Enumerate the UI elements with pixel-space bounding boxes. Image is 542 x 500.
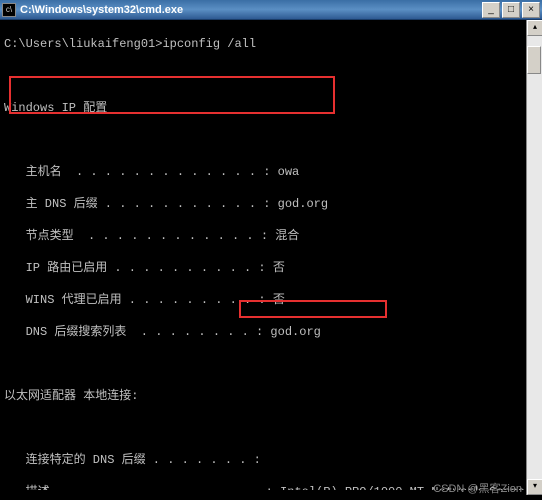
hostname-row: 主机名 . . . . . . . . . . . . . : owa <box>4 164 538 180</box>
cmd-icon: c\ <box>2 3 16 17</box>
title-bar: c\ C:\Windows\system32\cmd.exe _ □ × <box>0 0 542 20</box>
dns-suffix-label: 主 DNS 后缀 . . . . . . . . . . . : <box>4 197 278 211</box>
output-row: 连接特定的 DNS 后缀 . . . . . . . : <box>4 452 538 468</box>
hostname-value: owa <box>278 165 300 179</box>
maximize-button[interactable]: □ <box>502 2 520 18</box>
watermark-text: CSDN @黑客Zion <box>433 480 522 496</box>
vertical-scrollbar[interactable]: ▴ ▾ <box>526 20 542 495</box>
scroll-track[interactable] <box>527 36 542 479</box>
close-button[interactable]: × <box>522 2 540 18</box>
window-buttons: _ □ × <box>482 2 540 18</box>
output-row: IP 路由已启用 . . . . . . . . . . : 否 <box>4 260 538 276</box>
highlight-ipv4 <box>239 300 387 318</box>
highlight-host-dns <box>9 76 335 114</box>
scroll-up-button[interactable]: ▴ <box>527 20 542 36</box>
scroll-down-button[interactable]: ▾ <box>527 479 542 495</box>
dns-suffix-row: 主 DNS 后缀 . . . . . . . . . . . : god.org <box>4 196 538 212</box>
minimize-button[interactable]: _ <box>482 2 500 18</box>
output-row: 节点类型 . . . . . . . . . . . . : 混合 <box>4 228 538 244</box>
adapter-header: 以太网适配器 本地连接: <box>4 388 538 404</box>
prompt-path: C:\Users\liukaifeng01> <box>4 37 162 51</box>
window-title: C:\Windows\system32\cmd.exe <box>20 4 482 16</box>
prompt-command: ipconfig /all <box>162 37 256 51</box>
hostname-label: 主机名 . . . . . . . . . . . . . : <box>4 165 278 179</box>
prompt-line: C:\Users\liukaifeng01>ipconfig /all <box>4 36 538 52</box>
scroll-thumb[interactable] <box>527 46 541 74</box>
output-row: DNS 后缀搜索列表 . . . . . . . . : god.org <box>4 324 538 340</box>
dns-suffix-value: god.org <box>278 197 328 211</box>
